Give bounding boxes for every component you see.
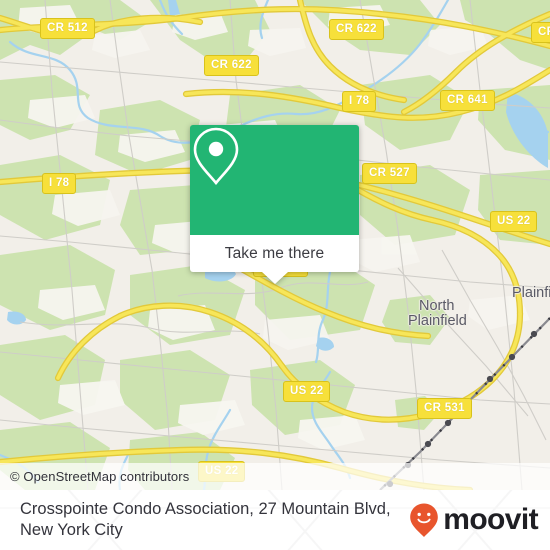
road-shield: CR 622 bbox=[329, 19, 384, 40]
moovit-wordmark: moovit bbox=[443, 503, 538, 536]
address-line-2: New York City bbox=[20, 521, 123, 539]
road-shield: CR 622 bbox=[204, 55, 259, 76]
road-shield: CR bbox=[531, 22, 550, 43]
road-shield: US 22 bbox=[490, 211, 538, 232]
place-label-plainfield: Plainfield bbox=[408, 313, 467, 329]
map-pin-icon bbox=[193, 127, 239, 186]
road-shield: US 22 bbox=[283, 381, 331, 402]
road-shield: I 78 bbox=[42, 173, 77, 194]
moovit-logo[interactable]: moovit bbox=[409, 502, 539, 538]
road-shield: I 78 bbox=[342, 91, 377, 112]
address-line-1: Crosspointe Condo Association, 27 Mounta… bbox=[20, 500, 391, 518]
moovit-map-screenshot: CR 512 CR 622 CR 622 CR I 78 CR 641 I 78… bbox=[0, 0, 550, 550]
location-callout-card[interactable]: Take me there bbox=[190, 125, 359, 284]
footer-bar: Crosspointe Condo Association, 27 Mounta… bbox=[0, 490, 550, 550]
osm-attribution-text[interactable]: © OpenStreetMap contributors bbox=[0, 469, 189, 484]
road-shield: CR 512 bbox=[40, 18, 95, 39]
location-address: Crosspointe Condo Association, 27 Mounta… bbox=[20, 499, 391, 541]
place-label-plainfield-clipped: Plainfi bbox=[512, 285, 550, 301]
road-shield: CR 641 bbox=[440, 90, 495, 111]
take-me-there-button[interactable]: Take me there bbox=[190, 235, 359, 272]
road-shield: CR 527 bbox=[362, 163, 417, 184]
map-canvas[interactable]: CR 512 CR 622 CR 622 CR I 78 CR 641 I 78… bbox=[0, 0, 550, 490]
map-attribution-bar: © OpenStreetMap contributors bbox=[0, 463, 550, 490]
card-pin-area bbox=[190, 125, 359, 235]
moovit-pin-icon bbox=[410, 503, 439, 537]
take-me-there-label: Take me there bbox=[224, 244, 325, 262]
place-label-north: North bbox=[419, 298, 455, 314]
card-pointer bbox=[261, 272, 288, 284]
road-shield: CR 531 bbox=[417, 398, 472, 419]
